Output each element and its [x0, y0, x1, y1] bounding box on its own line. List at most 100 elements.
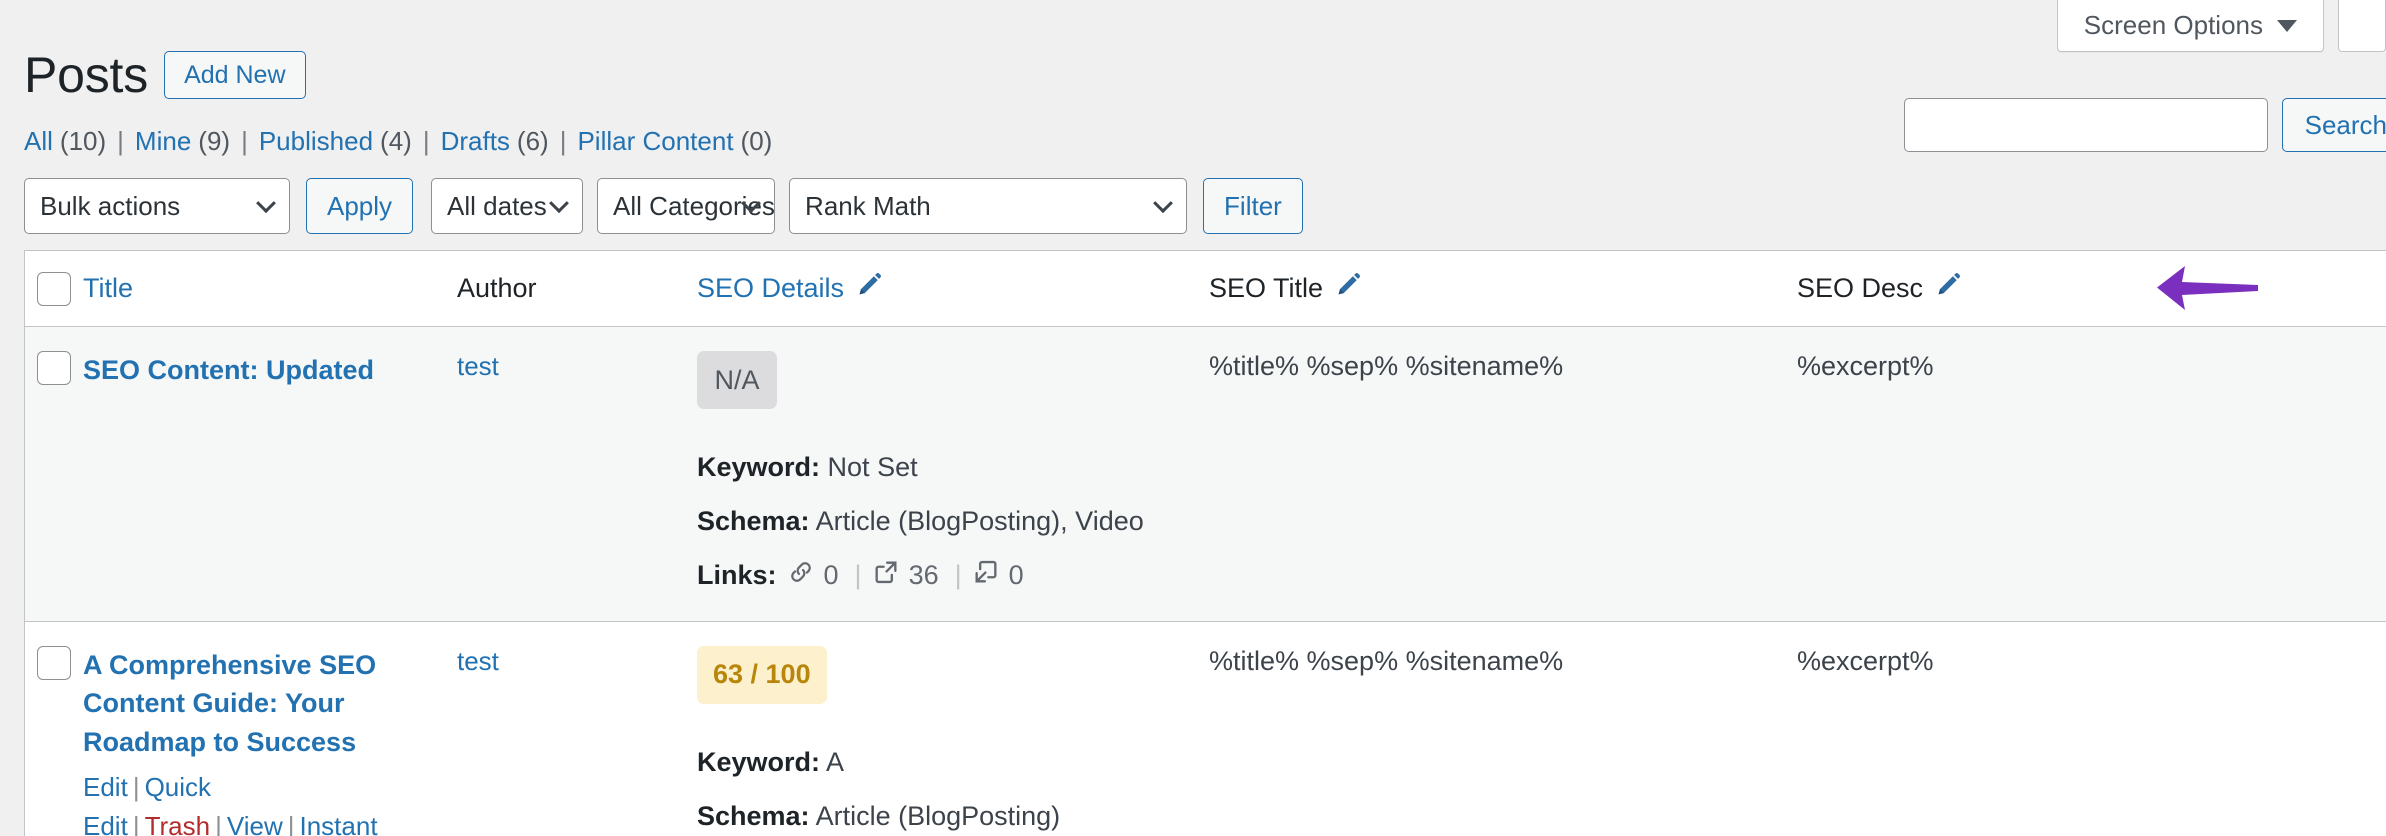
row-seo-details-cell: N/A Keyword: Not Set Schema: Article (Bl… — [697, 327, 1209, 621]
internal-link-icon — [787, 558, 815, 593]
row-author-cell: test — [457, 327, 697, 410]
pencil-edit-icon[interactable] — [1933, 270, 1963, 307]
posts-list-table: Title Author SEO Details SEO Title SEO D… — [24, 250, 2386, 836]
chevron-down-icon — [549, 193, 569, 214]
screen-options-button[interactable]: Screen Options — [2056, 0, 2324, 52]
schema-line: Schema: Article (BlogPosting) — [697, 798, 1209, 834]
rank-math-filter-select[interactable]: Rank Math — [789, 178, 1188, 234]
seo-score-badge: N/A — [697, 351, 777, 409]
add-new-button[interactable]: Add New — [164, 51, 306, 99]
links-label: Links: — [697, 559, 777, 590]
view-pillar-content-link[interactable]: Pillar Content — [577, 126, 733, 156]
search-input[interactable] — [1903, 98, 2268, 152]
column-header-author: Author — [457, 273, 697, 304]
table-header-row: Title Author SEO Details SEO Title SEO D… — [25, 251, 2386, 327]
page-title: Posts — [24, 46, 149, 103]
row-select-checkbox[interactable] — [37, 351, 71, 385]
separator: | — [132, 810, 140, 836]
row-action-edit[interactable]: Edit — [83, 772, 128, 802]
help-tab-partial[interactable] — [2338, 0, 2386, 52]
keyword-line: Keyword: Not Set — [697, 449, 1209, 485]
bulk-actions-value: Bulk actions — [40, 190, 181, 221]
separator: | — [132, 771, 140, 802]
schema-value: Article (BlogPosting) — [815, 801, 1061, 832]
caret-down-icon — [2277, 19, 2297, 32]
schema-label: Schema: — [697, 801, 810, 832]
row-select-cell — [25, 327, 83, 385]
seo-title-value: %title% %sep% %sitename% — [1209, 351, 1564, 381]
separator: | — [854, 559, 862, 590]
author-link[interactable]: test — [457, 646, 499, 676]
page-header: Posts Add New — [24, 14, 306, 136]
filter-button[interactable]: Filter — [1203, 178, 1303, 234]
date-filter-value: All dates — [447, 190, 547, 221]
view-pillar-content[interactable]: Pillar Content (0) — [577, 126, 772, 157]
row-seo-desc-cell[interactable]: %excerpt% — [1797, 327, 2386, 410]
apply-button[interactable]: Apply — [306, 178, 414, 234]
keyword-label: Keyword: — [697, 452, 821, 482]
external-link-icon — [872, 558, 900, 593]
schema-label: Schema: — [697, 506, 810, 537]
post-status-filter-links: All (10) | Mine (9) | Published (4) | Draft… — [24, 126, 772, 157]
select-all-cell — [25, 271, 83, 306]
separator: | — [422, 126, 430, 156]
pencil-edit-icon[interactable] — [854, 270, 884, 307]
select-all-checkbox[interactable] — [37, 271, 71, 306]
row-actions: Edit|Quick Edit|Trash|View|Instant Index… — [83, 768, 457, 836]
separator: | — [241, 126, 248, 156]
seo-desc-value: %excerpt% — [1797, 645, 1934, 676]
row-seo-title-cell[interactable]: %title% %sep% %sitename% — [1209, 622, 1797, 705]
view-mine[interactable]: Mine (9) — [135, 126, 230, 157]
row-action-view[interactable]: View — [227, 811, 283, 836]
seo-score-badge: 63 / 100 — [697, 645, 827, 704]
screen-meta-links: Screen Options — [2056, 0, 2386, 52]
incoming-links-count: 0 — [1008, 559, 1024, 590]
view-all-link[interactable]: All — [24, 126, 53, 156]
view-all-count: (10) — [59, 126, 107, 156]
date-filter-select[interactable]: All dates — [431, 178, 584, 234]
keyword-value: A — [826, 746, 845, 777]
column-header-author-label: Author — [457, 273, 537, 303]
row-select-checkbox[interactable] — [37, 645, 71, 680]
search-submit-button[interactable]: Search — [2281, 98, 2386, 152]
row-seo-desc-cell[interactable]: %excerpt% — [1797, 622, 2386, 705]
posts-admin-screen: Screen Options Posts Add New All (10) | M… — [0, 0, 2386, 836]
post-title-link[interactable]: SEO Content: Updated — [83, 351, 374, 389]
author-link[interactable]: test — [457, 351, 499, 381]
view-all[interactable]: All (10) — [24, 126, 106, 157]
column-header-seo-details[interactable]: SEO Details — [697, 270, 1209, 307]
schema-line: Schema: Article (BlogPosting), Video — [697, 503, 1209, 539]
row-title-cell: A Comprehensive SEO Content Guide: Your … — [83, 622, 457, 836]
column-header-seo-details-link[interactable]: SEO Details — [697, 273, 844, 304]
view-pillar-content-count: (0) — [740, 126, 773, 156]
incoming-link-icon — [972, 558, 1000, 593]
row-seo-details-cell: 63 / 100 Keyword: A Schema: Article (Blo… — [697, 622, 1209, 836]
internal-links-count: 0 — [823, 559, 839, 590]
chevron-down-icon — [1153, 193, 1173, 214]
view-published-link[interactable]: Published — [259, 126, 373, 156]
seo-title-value: %title% %sep% %sitename% — [1209, 645, 1564, 676]
seo-desc-value: %excerpt% — [1797, 351, 1934, 381]
external-links-count: 36 — [908, 559, 939, 590]
post-title-link[interactable]: A Comprehensive SEO Content Guide: Your … — [83, 646, 457, 761]
separator: | — [215, 810, 222, 836]
view-drafts-link[interactable]: Drafts — [441, 126, 510, 156]
bulk-actions-select[interactable]: Bulk actions — [24, 178, 290, 234]
row-seo-title-cell[interactable]: %title% %sep% %sitename% — [1209, 327, 1797, 410]
view-published[interactable]: Published (4) — [259, 126, 412, 157]
column-header-seo-desc[interactable]: SEO Desc — [1797, 270, 2386, 307]
row-action-trash[interactable]: Trash — [145, 811, 211, 836]
separator: | — [287, 810, 295, 836]
category-filter-select[interactable]: All Categories — [597, 178, 776, 234]
table-row: SEO Content: Updated test N/A Keyword: N… — [25, 327, 2386, 622]
column-header-seo-title[interactable]: SEO Title — [1209, 270, 1797, 307]
view-drafts[interactable]: Drafts (6) — [441, 126, 549, 157]
column-header-title-link[interactable]: Title — [83, 273, 133, 303]
view-mine-link[interactable]: Mine — [135, 126, 191, 156]
keyword-label: Keyword: — [697, 746, 821, 777]
pencil-edit-icon[interactable] — [1333, 270, 1363, 307]
search-box: Search — [1903, 98, 2386, 152]
table-row: A Comprehensive SEO Content Guide: Your … — [25, 621, 2386, 836]
column-header-title[interactable]: Title — [83, 273, 457, 304]
keyword-line: Keyword: A — [697, 744, 1209, 780]
